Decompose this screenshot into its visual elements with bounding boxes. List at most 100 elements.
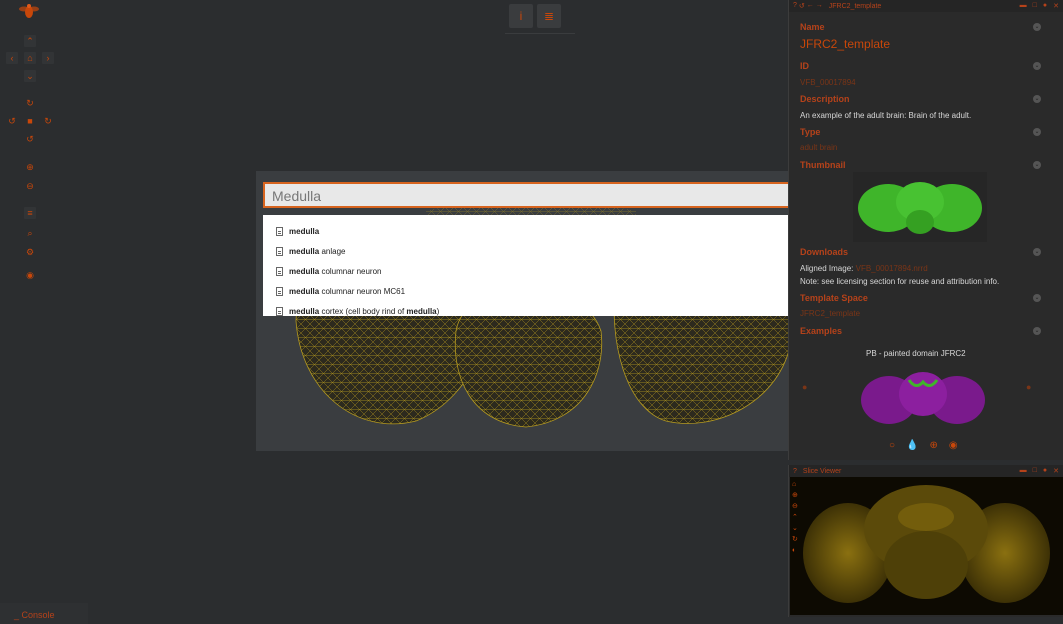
document-icon (276, 247, 283, 256)
list-icon[interactable]: ≡ (24, 207, 36, 219)
aligned-image-row: Aligned Image: VFB_00017894.nrrd (800, 264, 928, 273)
aligned-image-link[interactable]: VFB_00017894.nrrd (856, 264, 928, 273)
home-icon[interactable]: ⌂ (792, 479, 798, 490)
help-icon[interactable]: ? (793, 468, 797, 475)
rotate-down-icon[interactable]: ↺ (24, 133, 36, 145)
document-icon (276, 267, 283, 276)
info-icon: i (519, 9, 523, 23)
search-suggestions: medulla medulla anlage medulla columnar … (263, 215, 797, 316)
console-tab[interactable]: _ Console (0, 603, 88, 624)
suggestion-item[interactable]: medulla cortex (cell body rind of medull… (276, 307, 439, 316)
type-label: Type (800, 127, 821, 137)
home-button[interactable]: ⌂ (24, 52, 36, 64)
suggestion-item[interactable]: medulla anlage (276, 247, 345, 256)
license-note: Note: see licensing section for reuse an… (800, 277, 1000, 286)
example-actions: ○ 💧 ⊕ ◉ (889, 440, 958, 451)
collapse-template-space-icon[interactable]: ⌄ (1033, 294, 1041, 302)
layers-button[interactable]: ≣ (537, 4, 561, 28)
description-label: Description (800, 94, 850, 104)
visibility-icon[interactable]: ◉ (949, 440, 958, 451)
suggestion-item[interactable]: medulla columnar neuron (276, 267, 382, 276)
pan-up-button[interactable]: ⌃ (24, 35, 36, 47)
step-down-icon[interactable]: ⌄ (792, 523, 798, 534)
slice-toolbar: ⌂ ⊕ ⊖ ⌃ ⌄ ↻ ◐ (792, 479, 798, 556)
close-icon[interactable]: ✕ (1053, 467, 1059, 475)
collapse-thumbnail-icon[interactable]: ⌄ (1033, 161, 1041, 169)
forward-icon[interactable]: → (816, 2, 823, 10)
collapse-id-icon[interactable]: ⌄ (1033, 62, 1041, 70)
pan-right-button[interactable]: › (42, 52, 54, 64)
left-toolbar: ⌃ ‹ ⌂ › ⌄ ↻ ↺ ■ ↻ ↺ ⊕ ⊖ ≡ ⌕ ⚙ ◉ (0, 0, 60, 300)
collapse-downloads-icon[interactable]: ⌄ (1033, 248, 1041, 256)
downloads-label: Downloads (800, 247, 849, 257)
document-icon (276, 227, 283, 236)
suggestion-item[interactable]: medulla (276, 227, 319, 236)
github-icon[interactable]: ◉ (24, 269, 36, 281)
suggestion-item[interactable]: medulla columnar neuron MC61 (276, 287, 405, 296)
minimize-icon[interactable]: ▬ (1020, 467, 1027, 475)
close-icon[interactable]: ✕ (1053, 2, 1059, 10)
restore-icon[interactable]: ● (1043, 467, 1047, 475)
minimize-icon[interactable]: ▬ (1020, 2, 1027, 10)
carousel-next-icon[interactable]: ● (1026, 382, 1031, 392)
document-icon (276, 307, 283, 316)
settings-icon[interactable]: ⚙ (24, 246, 36, 258)
help-icon[interactable]: ? (793, 2, 797, 10)
search-input[interactable]: Medulla (263, 182, 797, 208)
rotate-icon[interactable]: ↻ (792, 534, 798, 545)
collapse-examples-icon[interactable]: ⌄ (1033, 327, 1041, 335)
info-button[interactable]: i (509, 4, 533, 28)
layers-icon: ≣ (543, 9, 555, 23)
example-caption: PB - painted domain JFRC2 (866, 349, 966, 358)
id-value[interactable]: VFB_00017894 (800, 78, 856, 87)
term-info-titlebar: ? ↺ ← → JFRC2_template ▬ □ ● ✕ (789, 0, 1063, 12)
step-up-icon[interactable]: ⌃ (792, 512, 798, 523)
slice-viewer-panel: ? Slice Viewer ▬ □ ● ✕ ⌂ ⊕ ⊖ ⌃ ⌄ ↻ ◐ (788, 465, 1063, 617)
restore-icon[interactable]: ● (1043, 2, 1047, 10)
template-space-value[interactable]: JFRC2_template (800, 309, 860, 318)
thumbnail-image[interactable] (853, 172, 987, 242)
back-icon[interactable]: ← (807, 2, 814, 10)
id-label: ID (800, 61, 809, 71)
fly-logo-icon[interactable] (18, 3, 40, 21)
examples-label: Examples (800, 326, 843, 336)
example-image[interactable] (859, 362, 987, 428)
maximize-icon[interactable]: □ (1033, 467, 1037, 475)
term-name: JFRC2_template (800, 37, 891, 51)
rotate-left-icon[interactable]: ↺ (6, 115, 18, 127)
type-value[interactable]: adult brain (800, 143, 837, 152)
collapse-type-icon[interactable]: ⌄ (1033, 128, 1041, 136)
term-info-panel: ? ↺ ← → JFRC2_template ▬ □ ● ✕ Name ⌄ JF… (788, 0, 1063, 460)
slice-viewer-titlebar: ? Slice Viewer ▬ □ ● ✕ (789, 465, 1063, 477)
rotate-up-icon[interactable]: ↻ (24, 97, 36, 109)
console-prefix: _ (14, 610, 20, 620)
console-label: Console (21, 610, 55, 620)
toggle-icon[interactable]: ◐ (792, 545, 798, 556)
zoom-out-icon[interactable]: ⊖ (24, 180, 36, 192)
camera-icon[interactable]: ■ (24, 115, 36, 127)
template-space-label: Template Space (800, 293, 868, 303)
pan-left-button[interactable]: ‹ (6, 52, 18, 64)
collapse-name-icon[interactable]: ⌄ (1033, 23, 1041, 31)
select-icon[interactable]: ○ (889, 440, 895, 451)
zoom-out-icon[interactable]: ⊖ (792, 501, 798, 512)
thumbnail-label: Thumbnail (800, 160, 846, 170)
history-icon[interactable]: ↺ (799, 2, 805, 10)
zoom-in-icon[interactable]: ⊕ (24, 161, 36, 173)
search-icon[interactable]: ⌕ (24, 227, 36, 239)
term-info-title: JFRC2_template (828, 2, 882, 10)
rotate-right-icon[interactable]: ↻ (42, 115, 54, 127)
collapse-description-icon[interactable]: ⌄ (1033, 95, 1041, 103)
carousel-prev-icon[interactable]: ● (802, 382, 807, 392)
zoom-in-icon[interactable]: ⊕ (792, 490, 798, 501)
pan-down-button[interactable]: ⌄ (24, 70, 36, 82)
slice-image[interactable] (790, 477, 1063, 615)
zoom-icon[interactable]: ⊕ (930, 440, 938, 451)
document-icon (276, 287, 283, 296)
name-label: Name (800, 22, 825, 32)
description-value: An example of the adult brain: Brain of … (800, 111, 972, 120)
color-icon[interactable]: 💧 (906, 440, 918, 451)
toolbar-divider (505, 33, 575, 34)
slice-viewer-title: Slice Viewer (802, 467, 842, 475)
maximize-icon[interactable]: □ (1033, 2, 1037, 10)
